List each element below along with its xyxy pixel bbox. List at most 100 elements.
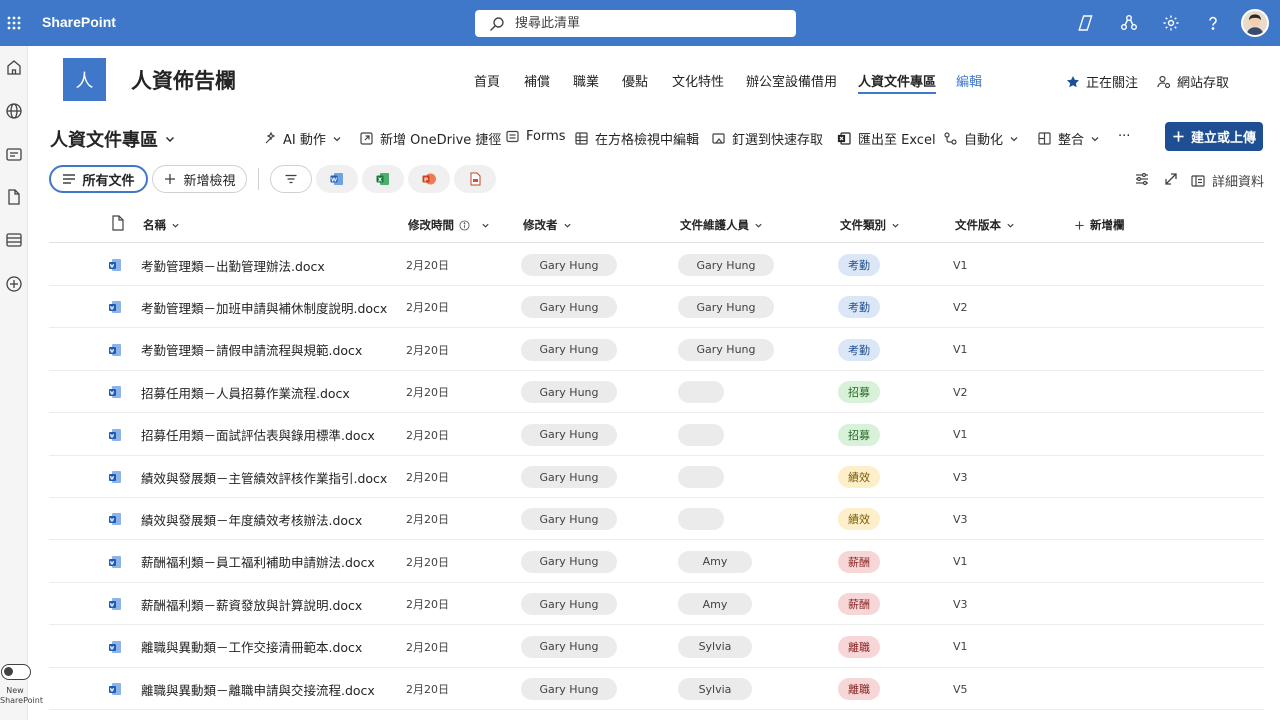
- table-row[interactable]: 薪酬福利類－薪資發放與計算說明.docx 2月20日 Gary Hung Amy…: [49, 583, 1264, 626]
- row-maintainer[interactable]: [678, 371, 724, 413]
- customize-columns-button[interactable]: [1134, 171, 1150, 187]
- file-type-column-header[interactable]: [111, 215, 125, 231]
- row-modified-by[interactable]: Gary Hung: [521, 286, 617, 328]
- row-file-name[interactable]: 離職與異動類－離職申請與交接流程.docx: [141, 668, 375, 710]
- app-name[interactable]: SharePoint: [42, 14, 116, 30]
- table-row[interactable]: 離職與異動類－工作交接清冊範本.docx 2月20日 Gary Hung Syl…: [49, 626, 1264, 668]
- expand-button[interactable]: [1163, 171, 1179, 187]
- add-column-button[interactable]: 新增欄: [1074, 217, 1125, 233]
- list-icon[interactable]: [5, 231, 23, 249]
- follow-button[interactable]: 正在關注: [1066, 72, 1138, 91]
- person-pill[interactable]: Gary Hung: [521, 338, 617, 361]
- row-maintainer[interactable]: Sylvia: [678, 626, 752, 668]
- row-file-name[interactable]: 績效與發展類－主管績效評核作業指引.docx: [141, 456, 387, 498]
- view-all-documents[interactable]: 所有文件: [49, 165, 148, 193]
- column-header-category[interactable]: 文件類別: [840, 217, 900, 233]
- person-pill[interactable]: Sylvia: [678, 678, 752, 700]
- person-pill[interactable]: Sylvia: [678, 635, 752, 658]
- row-maintainer[interactable]: Amy: [678, 541, 752, 583]
- filter-excel-chip[interactable]: X: [362, 165, 404, 193]
- site-title[interactable]: 人資佈告欄: [131, 65, 236, 95]
- row-modified-by[interactable]: Gary Hung: [521, 244, 617, 286]
- news-icon[interactable]: [5, 145, 23, 163]
- row-file-name[interactable]: 績效與發展類－年度績效考核辦法.docx: [141, 498, 362, 540]
- table-row[interactable]: 招募任用類－面試評估表與錄用標準.docx 2月20日 Gary Hung 招募…: [49, 414, 1264, 456]
- column-header-maintainer[interactable]: 文件維護人員: [680, 217, 763, 233]
- app-launcher-icon[interactable]: [0, 0, 28, 46]
- row-file-name[interactable]: 招募任用類－面試評估表與錄用標準.docx: [141, 414, 375, 456]
- person-pill[interactable]: [678, 381, 724, 404]
- table-row[interactable]: 離職與異動類－離職申請與交接流程.docx 2月20日 Gary Hung Sy…: [49, 668, 1264, 710]
- export-excel-button[interactable]: 匯出至 Excel: [837, 129, 936, 148]
- row-file-name[interactable]: 考勤管理類－請假申請流程與規範.docx: [141, 329, 362, 371]
- search-input[interactable]: [515, 16, 775, 31]
- filter-powerpoint-chip[interactable]: P: [408, 165, 450, 193]
- person-pill[interactable]: Gary Hung: [521, 296, 617, 319]
- row-file-name[interactable]: 考勤管理類－出勤管理辦法.docx: [141, 244, 325, 286]
- grid-edit-button[interactable]: 在方格檢視中編輯: [574, 129, 699, 148]
- person-pill[interactable]: Amy: [678, 593, 752, 616]
- library-title[interactable]: 人資文件專區: [50, 126, 176, 152]
- row-file-name[interactable]: 薪酬福利類－員工福利補助申請辦法.docx: [141, 541, 375, 583]
- row-maintainer[interactable]: [678, 498, 724, 540]
- row-modified-by[interactable]: Gary Hung: [521, 498, 617, 540]
- row-maintainer[interactable]: [678, 456, 724, 498]
- integrate-button[interactable]: 整合: [1037, 129, 1100, 148]
- filter-button[interactable]: [270, 165, 312, 193]
- row-modified-by[interactable]: Gary Hung: [521, 456, 617, 498]
- ai-actions-button[interactable]: AI 動作: [262, 129, 342, 148]
- nav-equipment[interactable]: 辦公室設備借用: [746, 71, 837, 90]
- person-pill[interactable]: [678, 423, 724, 446]
- filter-pdf-chip[interactable]: [454, 165, 496, 193]
- column-header-name[interactable]: 名稱: [143, 217, 180, 233]
- row-file-name[interactable]: 招募任用類－人員招募作業流程.docx: [141, 371, 350, 413]
- row-maintainer[interactable]: [678, 414, 724, 456]
- share-network-icon[interactable]: [1118, 12, 1140, 34]
- person-pill[interactable]: [678, 508, 724, 531]
- row-maintainer[interactable]: Gary Hung: [678, 244, 774, 286]
- search-box[interactable]: [475, 10, 796, 37]
- row-modified-by[interactable]: Gary Hung: [521, 371, 617, 413]
- person-pill[interactable]: Gary Hung: [521, 254, 617, 276]
- person-pill[interactable]: Gary Hung: [521, 381, 617, 404]
- person-pill[interactable]: Amy: [678, 550, 752, 573]
- table-row[interactable]: 考勤管理類－請假申請流程與規範.docx 2月20日 Gary Hung Gar…: [49, 329, 1264, 371]
- table-row[interactable]: 薪酬福利類－員工福利補助申請辦法.docx 2月20日 Gary Hung Am…: [49, 541, 1264, 583]
- forms-button[interactable]: Forms: [505, 129, 566, 144]
- row-modified-by[interactable]: Gary Hung: [521, 583, 617, 625]
- table-row[interactable]: 招募任用類－人員招募作業流程.docx 2月20日 Gary Hung 招募 V…: [49, 371, 1264, 414]
- row-modified-by[interactable]: Gary Hung: [521, 414, 617, 456]
- row-file-name[interactable]: 考勤管理類－加班申請與補休制度說明.docx: [141, 286, 387, 328]
- add-circle-icon[interactable]: [5, 275, 23, 293]
- person-pill[interactable]: Gary Hung: [521, 593, 617, 616]
- table-row[interactable]: 考勤管理類－出勤管理辦法.docx 2月20日 Gary Hung Gary H…: [49, 244, 1264, 286]
- help-icon[interactable]: [1202, 12, 1224, 34]
- nav-home[interactable]: 首頁: [474, 71, 500, 90]
- row-maintainer[interactable]: Sylvia: [678, 668, 752, 710]
- nav-edit[interactable]: 編輯: [956, 71, 982, 90]
- add-view-button[interactable]: 新增檢視: [152, 165, 247, 193]
- nav-career[interactable]: 職業: [573, 71, 599, 90]
- row-modified-by[interactable]: Gary Hung: [521, 668, 617, 710]
- column-header-modified[interactable]: 修改時間: [408, 217, 490, 233]
- nav-benefits[interactable]: 優點: [622, 71, 648, 90]
- nav-hr-documents[interactable]: 人資文件專區: [858, 71, 937, 94]
- row-file-name[interactable]: 薪酬福利類－薪資發放與計算說明.docx: [141, 583, 362, 625]
- site-logo[interactable]: 人: [63, 58, 106, 101]
- person-pill[interactable]: Gary Hung: [521, 423, 617, 446]
- new-sharepoint-toggle[interactable]: [1, 664, 31, 680]
- create-upload-button[interactable]: 建立或上傳: [1165, 122, 1263, 151]
- person-pill[interactable]: Gary Hung: [678, 296, 774, 319]
- person-pill[interactable]: Gary Hung: [521, 550, 617, 573]
- avatar[interactable]: [1241, 9, 1269, 37]
- row-modified-by[interactable]: Gary Hung: [521, 541, 617, 583]
- person-pill[interactable]: Gary Hung: [678, 338, 774, 361]
- table-row[interactable]: 績效與發展類－主管績效評核作業指引.docx 2月20日 Gary Hung 績…: [49, 456, 1264, 498]
- row-maintainer[interactable]: Gary Hung: [678, 286, 774, 328]
- row-maintainer[interactable]: Amy: [678, 583, 752, 625]
- person-pill[interactable]: Gary Hung: [521, 508, 617, 531]
- site-access-button[interactable]: 網站存取: [1157, 72, 1229, 91]
- add-onedrive-shortcut-button[interactable]: 新增 OneDrive 捷徑: [359, 129, 501, 148]
- row-modified-by[interactable]: Gary Hung: [521, 626, 617, 668]
- table-row[interactable]: 考勤管理類－加班申請與補休制度說明.docx 2月20日 Gary Hung G…: [49, 286, 1264, 329]
